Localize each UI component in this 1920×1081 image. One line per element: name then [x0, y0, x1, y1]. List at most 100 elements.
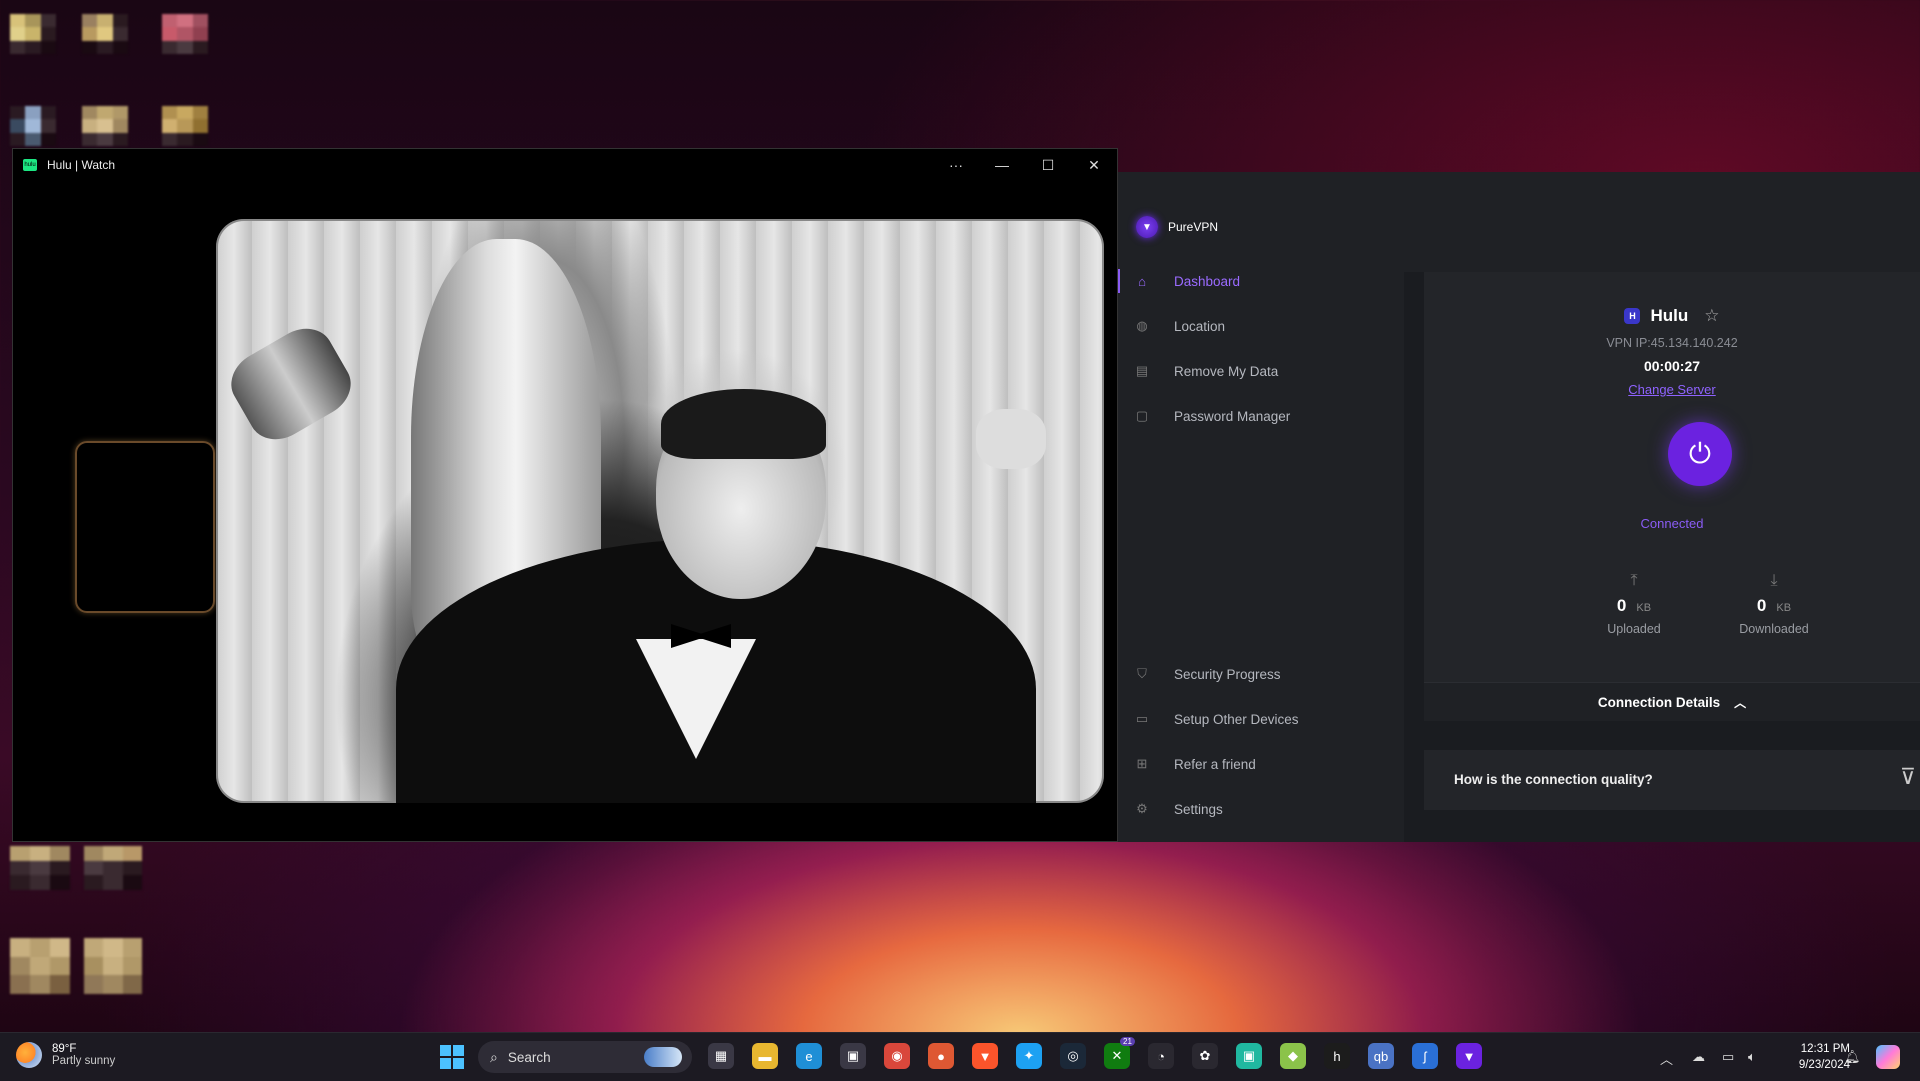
connection-card: H Hulu ☆ VPN IP:45.134.140.242 00:00:27 …: [1424, 272, 1920, 682]
data-icon: ▤: [1135, 363, 1149, 378]
connection-timer: 00:00:27: [1643, 358, 1701, 374]
file-explorer-icon[interactable]: ▬: [752, 1043, 778, 1069]
android-icon[interactable]: ▣: [1236, 1043, 1262, 1069]
download-label: Downloaded: [1739, 622, 1809, 636]
quality-question: How is the connection quality?: [1454, 772, 1653, 787]
devices-icon: ▭: [1135, 711, 1149, 726]
purevpn-app-icon[interactable]: ▼: [1456, 1043, 1482, 1069]
download-arrow-icon: ⤓: [1770, 572, 1778, 589]
speedometer-icon[interactable]: ◔: [1148, 1043, 1174, 1069]
change-server-link[interactable]: Change Server: [1424, 382, 1920, 397]
desktop-icon[interactable]: [10, 14, 56, 54]
hulu-badge-icon: H: [1624, 308, 1641, 324]
sidebar-item-password-manager[interactable]: ▢ Password Manager: [1118, 396, 1378, 436]
windows-start-icon[interactable]: [440, 1045, 464, 1069]
search-icon: ⌕: [490, 1048, 498, 1065]
shield-icon: ⛉: [1137, 666, 1147, 681]
sidebar-item-label: Location: [1174, 318, 1226, 334]
upload-value: 0: [1616, 596, 1627, 615]
desktop-icon[interactable]: [10, 846, 70, 890]
desktop-icon[interactable]: [84, 938, 142, 994]
desktop-icon[interactable]: [162, 14, 208, 54]
sidebar-item-label: Setup Other Devices: [1174, 711, 1299, 727]
sidebar-item-remove-my-data[interactable]: ▤ Remove My Data: [1118, 351, 1378, 391]
twitter-icon[interactable]: ✦: [1016, 1043, 1042, 1069]
weather-temp: 89°F: [52, 1043, 77, 1055]
video-player[interactable]: [216, 219, 1104, 803]
search-highlight-icon: [644, 1047, 682, 1067]
copilot-icon[interactable]: [1876, 1045, 1900, 1069]
gear-icon: ⚙: [1136, 801, 1148, 816]
video-trophy: [220, 317, 362, 451]
partly-sunny-icon: [16, 1042, 42, 1068]
quality-feedback: How is the connection quality? ⊽: [1424, 750, 1920, 810]
sidebar-item-security-progress[interactable]: ⛉ Security Progress: [1118, 654, 1378, 694]
task-view-icon[interactable]: ▦: [708, 1043, 734, 1069]
desktop-icon[interactable]: [82, 14, 128, 54]
xbox-icon[interactable]: ✕: [1104, 1043, 1130, 1069]
close-button[interactable]: ✕: [1071, 149, 1117, 181]
store-icon[interactable]: ▣: [840, 1043, 866, 1069]
sidebar-item-settings[interactable]: ⚙ Settings: [1118, 789, 1378, 829]
qbittorrent-icon[interactable]: qb: [1368, 1043, 1394, 1069]
chrome-icon[interactable]: ◉: [884, 1043, 910, 1069]
edge-icon[interactable]: e: [796, 1043, 822, 1069]
steam-icon[interactable]: ◎: [1060, 1043, 1086, 1069]
sidebar-item-dashboard[interactable]: ⌂ Dashboard: [1118, 261, 1378, 301]
upload-stat: ⤒ 0 KB Uploaded: [1574, 572, 1694, 636]
photos-icon[interactable]: ✿: [1192, 1043, 1218, 1069]
desktop-icon[interactable]: [162, 106, 208, 146]
connection-status: Connected: [1640, 516, 1704, 531]
sidebar-item-location[interactable]: ◍ Location: [1118, 306, 1378, 346]
star-icon[interactable]: ☆: [1704, 306, 1719, 326]
cloud-icon[interactable]: ☁: [1692, 1049, 1705, 1065]
connection-details-toggle[interactable]: Connection Details ︿: [1424, 682, 1920, 721]
desktop-icon[interactable]: [10, 938, 70, 994]
desktop-icon[interactable]: [10, 106, 56, 146]
purevpn-logo: ▼ PureVPN: [1136, 216, 1218, 238]
desktop-icon[interactable]: [84, 846, 142, 890]
weather-desc: Partly sunny: [52, 1055, 116, 1067]
power-button[interactable]: ⏻: [1668, 422, 1732, 486]
hulu-favicon-icon: hulu: [23, 159, 37, 171]
lock-icon: ▢: [1135, 408, 1149, 423]
desktop-icon[interactable]: [82, 106, 128, 146]
sling-icon[interactable]: ʃ: [1412, 1043, 1438, 1069]
chevron-up-icon: ︿: [1734, 695, 1747, 710]
sidebar-item-label: Remove My Data: [1174, 363, 1279, 379]
clock-display[interactable]: 12:31 PM 9/23/2024: [1730, 1041, 1850, 1073]
purevpn-shield-icon: ▼: [1136, 216, 1158, 238]
home-icon: ⌂: [1138, 273, 1146, 289]
purevpn-window[interactable]: ▼ PureVPN ⌂ Dashboard ◍ Location ▤ Remove My …: [1118, 172, 1920, 842]
video-overlay-frame: [75, 441, 215, 613]
thumbs-down-icon[interactable]: ⊽: [1900, 764, 1916, 790]
weather-widget[interactable]: 89°F Partly sunny: [16, 1042, 115, 1068]
package-icon[interactable]: ◆: [1280, 1043, 1306, 1069]
taskbar-search[interactable]: ⌕ Search: [478, 1041, 692, 1073]
gift-icon: ⊞: [1136, 756, 1148, 771]
vpn-ip: VPN IP:45.134.140.242: [1606, 336, 1738, 350]
duckduckgo-icon[interactable]: ●: [928, 1043, 954, 1069]
sidebar-item-setup-other-devices[interactable]: ▭ Setup Other Devices: [1118, 699, 1378, 739]
maximize-button[interactable]: ☐: [1025, 149, 1071, 181]
power-icon: ⏻: [1688, 437, 1712, 469]
download-unit: KB: [1776, 602, 1792, 614]
video-hair: [661, 389, 826, 459]
hulu-app-icon[interactable]: h: [1324, 1043, 1350, 1069]
hulu-window[interactable]: hulu Hulu | Watch ··· — ☐ ✕: [12, 148, 1118, 842]
download-value: 0: [1756, 596, 1767, 615]
connection-details-label: Connection Details: [1597, 694, 1721, 710]
more-options-button[interactable]: ···: [933, 149, 979, 181]
notification-bell-icon[interactable]: 🔔︎: [1844, 1049, 1861, 1065]
sidebar-item-label: Security Progress: [1174, 666, 1281, 682]
upload-arrow-icon: ⤒: [1630, 572, 1638, 589]
app-name: PureVPN: [1168, 220, 1219, 234]
taskbar: 89°F Partly sunny ⌕ Search ▦ ▬ e ▣ ◉ ● ▼ ✦ ◎ ✕ 21 ◔…: [0, 1032, 1920, 1081]
minimize-button[interactable]: —: [979, 149, 1025, 181]
service-row: H Hulu ☆: [1424, 306, 1920, 326]
download-stat: ⤓ 0 KB Downloaded: [1714, 572, 1834, 636]
chevron-up-tray-icon[interactable]: ︿: [1660, 1049, 1673, 1068]
brave-icon[interactable]: ▼: [972, 1043, 998, 1069]
sidebar-item-refer-a-friend[interactable]: ⊞ Refer a friend: [1118, 744, 1378, 784]
upload-unit: KB: [1636, 602, 1652, 614]
